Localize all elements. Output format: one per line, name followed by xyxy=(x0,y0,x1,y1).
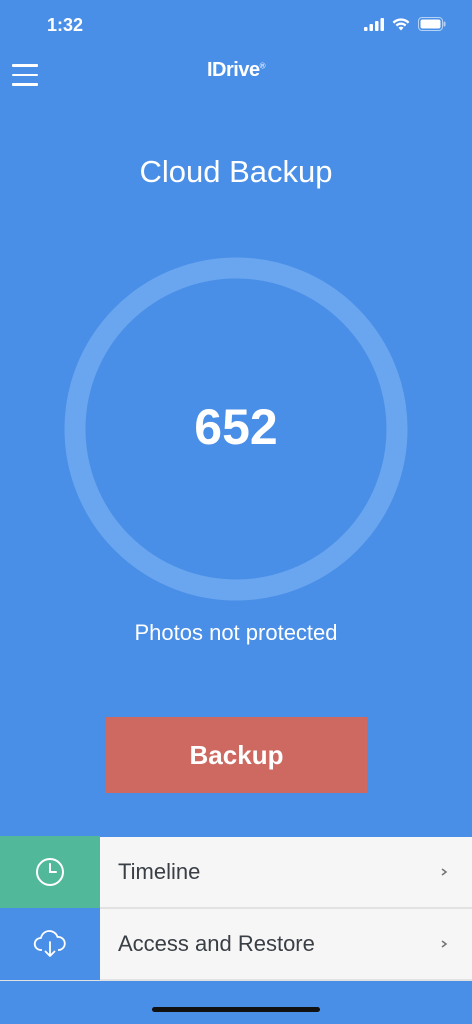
status-subtitle: Photos not protected xyxy=(134,620,338,645)
chevron-right-icon xyxy=(441,940,448,948)
header: IDrive® xyxy=(0,50,472,102)
signal-icon xyxy=(364,17,384,31)
home-indicator[interactable] xyxy=(152,1007,320,1012)
chevron-right-icon xyxy=(441,868,448,876)
menu-line xyxy=(12,83,38,86)
logo-mark: ® xyxy=(259,61,266,71)
restore-icon-box xyxy=(0,908,100,980)
menu-list: Timeline Access and Restore xyxy=(0,836,472,981)
status-time: 1:32 xyxy=(47,15,84,35)
timeline-icon-box xyxy=(0,836,100,908)
clock-icon xyxy=(36,858,64,886)
status-icons xyxy=(364,17,446,31)
list-item-access-restore[interactable]: Access and Restore xyxy=(0,908,472,981)
wifi-icon xyxy=(392,17,410,30)
backup-button[interactable]: Backup xyxy=(106,717,367,793)
idrive-logo: IDrive® xyxy=(0,59,472,82)
list-item-label: Timeline xyxy=(118,859,201,884)
list-item-timeline[interactable]: Timeline xyxy=(0,836,472,909)
cloud-download-icon xyxy=(33,930,66,957)
status-bar: 1:32 xyxy=(0,0,472,50)
logo-text: IDrive xyxy=(207,59,260,81)
list-item-label: Access and Restore xyxy=(118,931,315,956)
page-title: Cloud Backup xyxy=(139,154,333,189)
unprotected-count: 652 xyxy=(194,399,278,455)
battery-icon xyxy=(418,17,446,31)
